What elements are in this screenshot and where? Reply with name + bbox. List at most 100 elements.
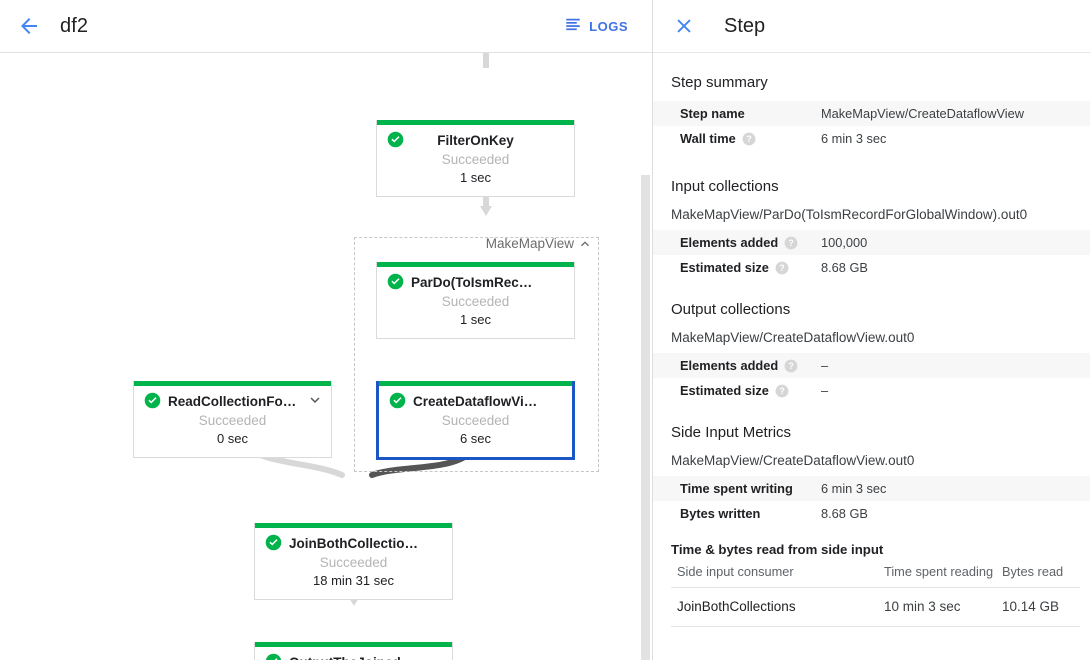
row-value: 6 min 3 sec (821, 476, 1090, 501)
section-heading-output-collections: Output collections (653, 300, 1090, 328)
table-row: JoinBothCollections 10 min 3 sec 10.14 G… (671, 588, 1080, 627)
graph-node-readcollectionforjoin[interactable]: ReadCollectionForJoin Succeeded 0 sec (133, 381, 332, 458)
side-input-read-title: Time & bytes read from side input (671, 542, 1080, 557)
node-duration: 1 sec (377, 311, 574, 329)
table-row: Wall time? 6 min 3 sec (653, 126, 1090, 151)
graph-node-outputthejoinedcollection[interactable]: OutputTheJoinedCollec… Succeeded 18 sec (254, 642, 453, 660)
node-title: FilterOnKey (377, 132, 574, 150)
dataflow-job-page: df2 LOGS (0, 0, 1090, 660)
node-status: Succeeded (255, 553, 452, 572)
table-row: Time spent writing 6 min 3 sec (653, 476, 1090, 501)
row-value: 8.68 GB (821, 255, 1090, 280)
graph-node-createdataflowview[interactable]: CreateDataflowView Succeeded 6 sec (376, 381, 575, 460)
cell-time-spent-reading: 10 min 3 sec (884, 588, 1002, 627)
row-key: Wall time? (653, 126, 821, 151)
graph-node-pardo-toismrecord[interactable]: ParDo(ToIsmRecordFor… Succeeded 1 sec (376, 262, 575, 339)
output-collection-path: MakeMapView/CreateDataflowView.out0 (653, 328, 1090, 353)
input-collections-table: Elements added? 100,000 Estimated size? … (653, 230, 1090, 280)
check-circle-icon (387, 273, 404, 290)
row-key-label: Elements added (680, 235, 778, 250)
row-key-label: Estimated size (680, 260, 769, 275)
table-row: Bytes written 8.68 GB (653, 501, 1090, 526)
row-value: 100,000 (821, 230, 1090, 255)
svg-text:?: ? (746, 134, 751, 144)
node-title: CreateDataflowView (379, 393, 572, 411)
row-value: – (821, 378, 1090, 403)
table-row: Estimated size? – (653, 378, 1090, 403)
row-key: Elements added? (653, 353, 821, 378)
row-value: – (821, 353, 1090, 378)
group-label-text: MakeMapView (486, 236, 574, 251)
row-value: 8.68 GB (821, 501, 1090, 526)
node-body: OutputTheJoinedCollec… Succeeded 18 sec (255, 647, 452, 660)
svg-text:?: ? (779, 386, 784, 396)
chevron-up-icon[interactable] (578, 237, 592, 251)
step-details-panel: Step Step summary Step name MakeMapView/… (653, 0, 1090, 660)
node-body: CreateDataflowView Succeeded 6 sec (379, 386, 572, 457)
table-header-row: Side input consumer Time spent reading B… (671, 564, 1080, 588)
help-circle-icon[interactable]: ? (775, 261, 789, 275)
output-collections-table: Elements added? – Estimated size? – (653, 353, 1090, 403)
section-heading-side-input-metrics: Side Input Metrics (653, 423, 1090, 451)
row-key: Estimated size? (653, 255, 821, 280)
check-circle-icon (265, 534, 282, 551)
chevron-down-icon[interactable] (307, 392, 323, 408)
cell-bytes-read: 10.14 GB (1002, 588, 1080, 627)
pipeline-graph-canvas[interactable]: MakeMapView (0, 53, 652, 660)
side-input-metrics-table: Time spent writing 6 min 3 sec Bytes wri… (653, 476, 1090, 526)
graph-node-filteronkey[interactable]: FilterOnKey Succeeded 1 sec (376, 120, 575, 197)
help-circle-icon[interactable]: ? (742, 132, 756, 146)
logs-button[interactable]: LOGS (564, 15, 636, 38)
check-circle-icon (389, 392, 406, 409)
node-title: OutputTheJoinedCollec… (255, 654, 452, 660)
graph-node-joinbothcollections[interactable]: JoinBothCollections Succeeded 18 min 31 … (254, 523, 453, 600)
side-input-metrics-path: MakeMapView/CreateDataflowView.out0 (653, 451, 1090, 476)
side-input-read-block: Time & bytes read from side input Side i… (653, 542, 1090, 627)
svg-text:?: ? (788, 361, 793, 371)
help-circle-icon[interactable]: ? (784, 236, 798, 250)
table-row: Estimated size? 8.68 GB (653, 255, 1090, 280)
table-row: Elements added? – (653, 353, 1090, 378)
node-body: JoinBothCollections Succeeded 18 min 31 … (255, 528, 452, 599)
node-duration: 6 sec (379, 430, 572, 448)
row-key-label: Elements added (680, 358, 778, 373)
node-status: Succeeded (134, 411, 331, 430)
arrow-left-icon[interactable] (16, 13, 42, 39)
column-header-consumer: Side input consumer (671, 564, 884, 588)
side-input-read-table: Side input consumer Time spent reading B… (671, 564, 1080, 627)
row-key-label: Wall time (680, 131, 736, 146)
node-status: Succeeded (377, 292, 574, 311)
table-row: Step name MakeMapView/CreateDataflowView (653, 101, 1090, 126)
row-key: Estimated size? (653, 378, 821, 403)
node-duration: 1 sec (377, 169, 574, 187)
subject-lines-icon (564, 15, 582, 38)
svg-text:?: ? (788, 238, 793, 248)
group-label-makemapview[interactable]: MakeMapView (486, 236, 592, 251)
row-key-label: Estimated size (680, 383, 769, 398)
node-title: JoinBothCollections (255, 535, 452, 553)
cell-consumer: JoinBothCollections (671, 588, 884, 627)
row-key: Step name (653, 101, 821, 126)
row-key: Elements added? (653, 230, 821, 255)
check-circle-icon (387, 131, 404, 148)
step-panel-title: Step (724, 15, 765, 38)
column-header-bytes-read: Bytes read (1002, 564, 1080, 588)
help-circle-icon[interactable]: ? (775, 384, 789, 398)
node-title: ReadCollectionForJoin (134, 393, 331, 411)
input-collection-path: MakeMapView/ParDo(ToIsmRecordForGlobalWi… (653, 205, 1090, 230)
node-body: ReadCollectionForJoin Succeeded 0 sec (134, 386, 331, 457)
graph-pane: df2 LOGS (0, 0, 652, 660)
row-value: 6 min 3 sec (821, 126, 1090, 151)
left-toolbar: df2 LOGS (0, 0, 652, 53)
step-panel-header: Step (653, 0, 1090, 53)
node-body: ParDo(ToIsmRecordFor… Succeeded 1 sec (377, 267, 574, 338)
node-duration: 0 sec (134, 430, 331, 448)
help-circle-icon[interactable]: ? (784, 359, 798, 373)
column-header-time-spent-reading: Time spent reading (884, 564, 1002, 588)
node-title: ParDo(ToIsmRecordFor… (377, 274, 574, 292)
node-body: FilterOnKey Succeeded 1 sec (377, 125, 574, 196)
row-key: Time spent writing (653, 476, 821, 501)
graph-scrollbar-thumb[interactable] (641, 175, 650, 660)
graph-scrollbar[interactable] (641, 53, 650, 660)
close-x-icon[interactable] (672, 14, 696, 38)
